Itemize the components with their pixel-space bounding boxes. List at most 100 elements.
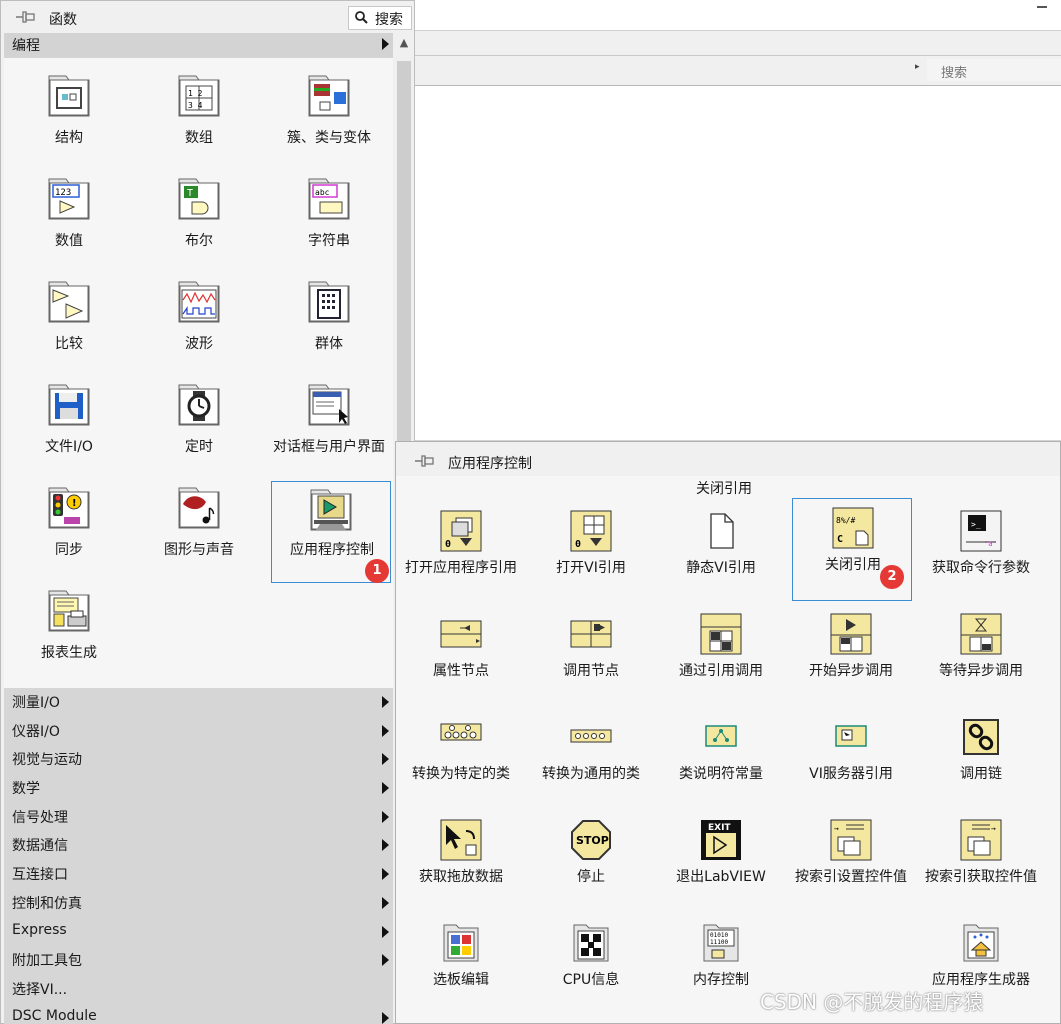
palette-item-graphics-sound[interactable]: 图形与声音 <box>134 470 264 570</box>
chevron-right-icon <box>382 696 389 708</box>
category-row[interactable]: 控制和仿真 <box>4 888 393 918</box>
subpalette-item-to-more-generic-class[interactable]: 转换为通用的类 <box>526 708 656 810</box>
scroll-up-icon[interactable]: ▲ <box>394 36 414 56</box>
category-label: 测量I/O <box>12 695 60 711</box>
category-header-programming[interactable]: 编程 <box>4 33 393 58</box>
subpalette-item-wait-async-call[interactable]: 等待异步调用 <box>916 605 1046 707</box>
subpalette-item-get-control-value[interactable]: → 按索引获取控件值 <box>916 811 1046 913</box>
boolean-icon: T <box>178 178 220 220</box>
subpalette-item-command-line-args[interactable]: >_ "a" 获取命令行参数 <box>916 502 1046 604</box>
subpalette-item-open-vi-reference[interactable]: 0 打开VI引用 <box>526 502 656 604</box>
subpalette-item-invoke-node[interactable]: 调用节点 <box>526 605 656 707</box>
subpalette-item-label: 静态VI引用 <box>686 560 756 576</box>
subpalette-item-set-control-value[interactable]: → 按索引设置控件值 <box>786 811 916 913</box>
category-label: Express <box>12 921 67 938</box>
category-label: 数学 <box>12 781 40 798</box>
subpalette-item-label: 通过引用调用 <box>679 663 763 679</box>
get-drag-drop-data-icon <box>440 819 482 861</box>
svg-text:11100: 11100 <box>710 939 728 946</box>
subpalette-item-cpu-info[interactable]: CPU信息 <box>526 914 656 1016</box>
category-row[interactable]: 选择VI... <box>4 974 393 1004</box>
subpalette-item-label: 按索引获取控件值 <box>925 869 1037 885</box>
watermark: CSDN @不脱发的程序猿 <box>760 990 984 1014</box>
close-reference-icon: 8%/# C <box>832 507 874 549</box>
category-row[interactable]: 测量I/O <box>4 688 393 717</box>
palette-item-collection[interactable]: 群体 <box>264 264 394 364</box>
palette-item-label: 波形 <box>185 336 213 352</box>
palette-item-report-generation[interactable]: 报表生成 <box>4 573 134 673</box>
subpalette-item-static-vi-reference[interactable]: 静态VI引用 <box>656 502 786 604</box>
subpalette-item-palette-editing[interactable]: 选板编辑 <box>396 914 526 1016</box>
palette-item-cluster-class-variant[interactable]: 簇、类与变体 <box>264 58 394 158</box>
chevron-right-icon <box>382 782 389 795</box>
palette-item-dialog-ui[interactable]: 对话框与用户界面 <box>264 367 394 467</box>
palette-item-file-io[interactable]: 文件I/O <box>4 367 134 467</box>
svg-text:STOP: STOP <box>576 834 609 847</box>
subpalette-item-label: 获取拖放数据 <box>419 869 503 885</box>
subpalette-item-label: 打开VI引用 <box>556 560 626 576</box>
category-row[interactable]: 信号处理 <box>4 802 393 832</box>
subpalette-item-property-node[interactable]: 属性节点 <box>396 605 526 707</box>
step-badge: 2 <box>880 565 904 589</box>
subpalette-item-start-async-call[interactable]: 开始异步调用 <box>786 605 916 707</box>
subpalette-item-label: 选板编辑 <box>433 972 489 988</box>
stop-icon: STOP <box>571 820 611 860</box>
svg-text:0: 0 <box>575 539 581 550</box>
subpalette-item-get-drag-drop-data[interactable]: 获取拖放数据 <box>396 811 526 913</box>
property-node-icon <box>440 620 482 648</box>
palette-item-string[interactable]: abc 字符串 <box>264 161 394 261</box>
subpalette-item-label: 等待异步调用 <box>939 663 1023 679</box>
subpalette-item-label: 转换为通用的类 <box>542 766 640 782</box>
subpalette-item-quit-labview[interactable]: EXIT 退出LabVIEW <box>656 811 786 913</box>
chevron-right-icon <box>382 954 389 967</box>
subpalette-item-vi-server-reference[interactable]: VI服务器引用 <box>786 708 916 810</box>
subpalette-item-class-specifier-constant[interactable]: 类说明符常量 <box>656 708 786 810</box>
palette-item-label: 数值 <box>55 233 83 249</box>
subpalette-item-label: 转换为特定的类 <box>412 766 510 782</box>
palette-item-boolean[interactable]: T 布尔 <box>134 161 264 261</box>
palette-item-comparison[interactable]: 比较 <box>4 264 134 364</box>
palette-item-timing[interactable]: 定时 <box>134 367 264 467</box>
category-row[interactable]: 附加工具包 <box>4 946 393 975</box>
subpalette-item-call-by-reference[interactable]: 通过引用调用 <box>656 605 786 707</box>
category-row[interactable]: 仪器I/O <box>4 716 393 746</box>
category-label: 选择VI... <box>12 981 68 998</box>
subpalette-item-to-more-specific-class[interactable]: 转换为特定的类 <box>396 708 526 810</box>
palette-item-numeric[interactable]: 123 数值 <box>4 161 134 261</box>
structures-icon <box>48 75 90 117</box>
category-row[interactable]: Express <box>4 917 393 947</box>
expand-arrow-icon[interactable]: ▸ <box>915 62 920 72</box>
palette-item-label: 比较 <box>55 336 83 352</box>
memory-control-icon: 0101011100 <box>703 924 739 962</box>
waveform-icon <box>178 281 220 323</box>
palette-item-application-control[interactable]: 应用程序控制 1 <box>271 481 391 583</box>
category-row[interactable]: 数据通信 <box>4 831 393 861</box>
category-row[interactable]: DSC Module <box>4 1003 393 1024</box>
search-button[interactable]: 搜索 <box>348 6 412 30</box>
palette-item-waveform[interactable]: 波形 <box>134 264 264 364</box>
category-row[interactable]: 视觉与运动 <box>4 745 393 775</box>
svg-text:1 2: 1 2 <box>188 89 203 98</box>
call-chain-icon <box>963 719 999 755</box>
toolbar <box>415 30 1061 56</box>
search-field[interactable]: 搜索 <box>927 59 1061 81</box>
category-row[interactable]: 互连接口 <box>4 860 393 889</box>
palette-item-array[interactable]: 1 23 4 数组 <box>134 58 264 158</box>
pin-icon[interactable] <box>15 10 35 24</box>
array-icon: 1 23 4 <box>178 75 220 117</box>
subpalette-item-label: 打开应用程序引用 <box>405 560 517 576</box>
functions-palette: 函数 搜索 编程 ▲ 结构 1 23 4 数组 簇、类与变体 123 数值 T … <box>0 0 415 1024</box>
chevron-right-icon <box>382 753 389 766</box>
subpalette-item-close-reference[interactable]: 8%/# C 关闭引用 2 <box>792 498 912 601</box>
svg-text:→: → <box>991 824 996 833</box>
category-row[interactable]: 数学 <box>4 774 393 803</box>
subpalette-item-open-app-reference[interactable]: 0 打开应用程序引用 <box>396 502 526 604</box>
subpalette-item-call-chain[interactable]: 调用链 <box>916 708 1046 810</box>
palette-item-structures[interactable]: 结构 <box>4 58 134 158</box>
palette-item-synchronization[interactable]: ! 同步 <box>4 470 134 570</box>
pin-icon[interactable] <box>414 454 434 468</box>
subpalette-item-stop[interactable]: STOP 停止 <box>526 811 656 913</box>
string-icon: abc <box>308 178 350 220</box>
subpalette-item-label: 退出LabVIEW <box>676 869 766 885</box>
minimize-icon[interactable] <box>1037 6 1047 8</box>
